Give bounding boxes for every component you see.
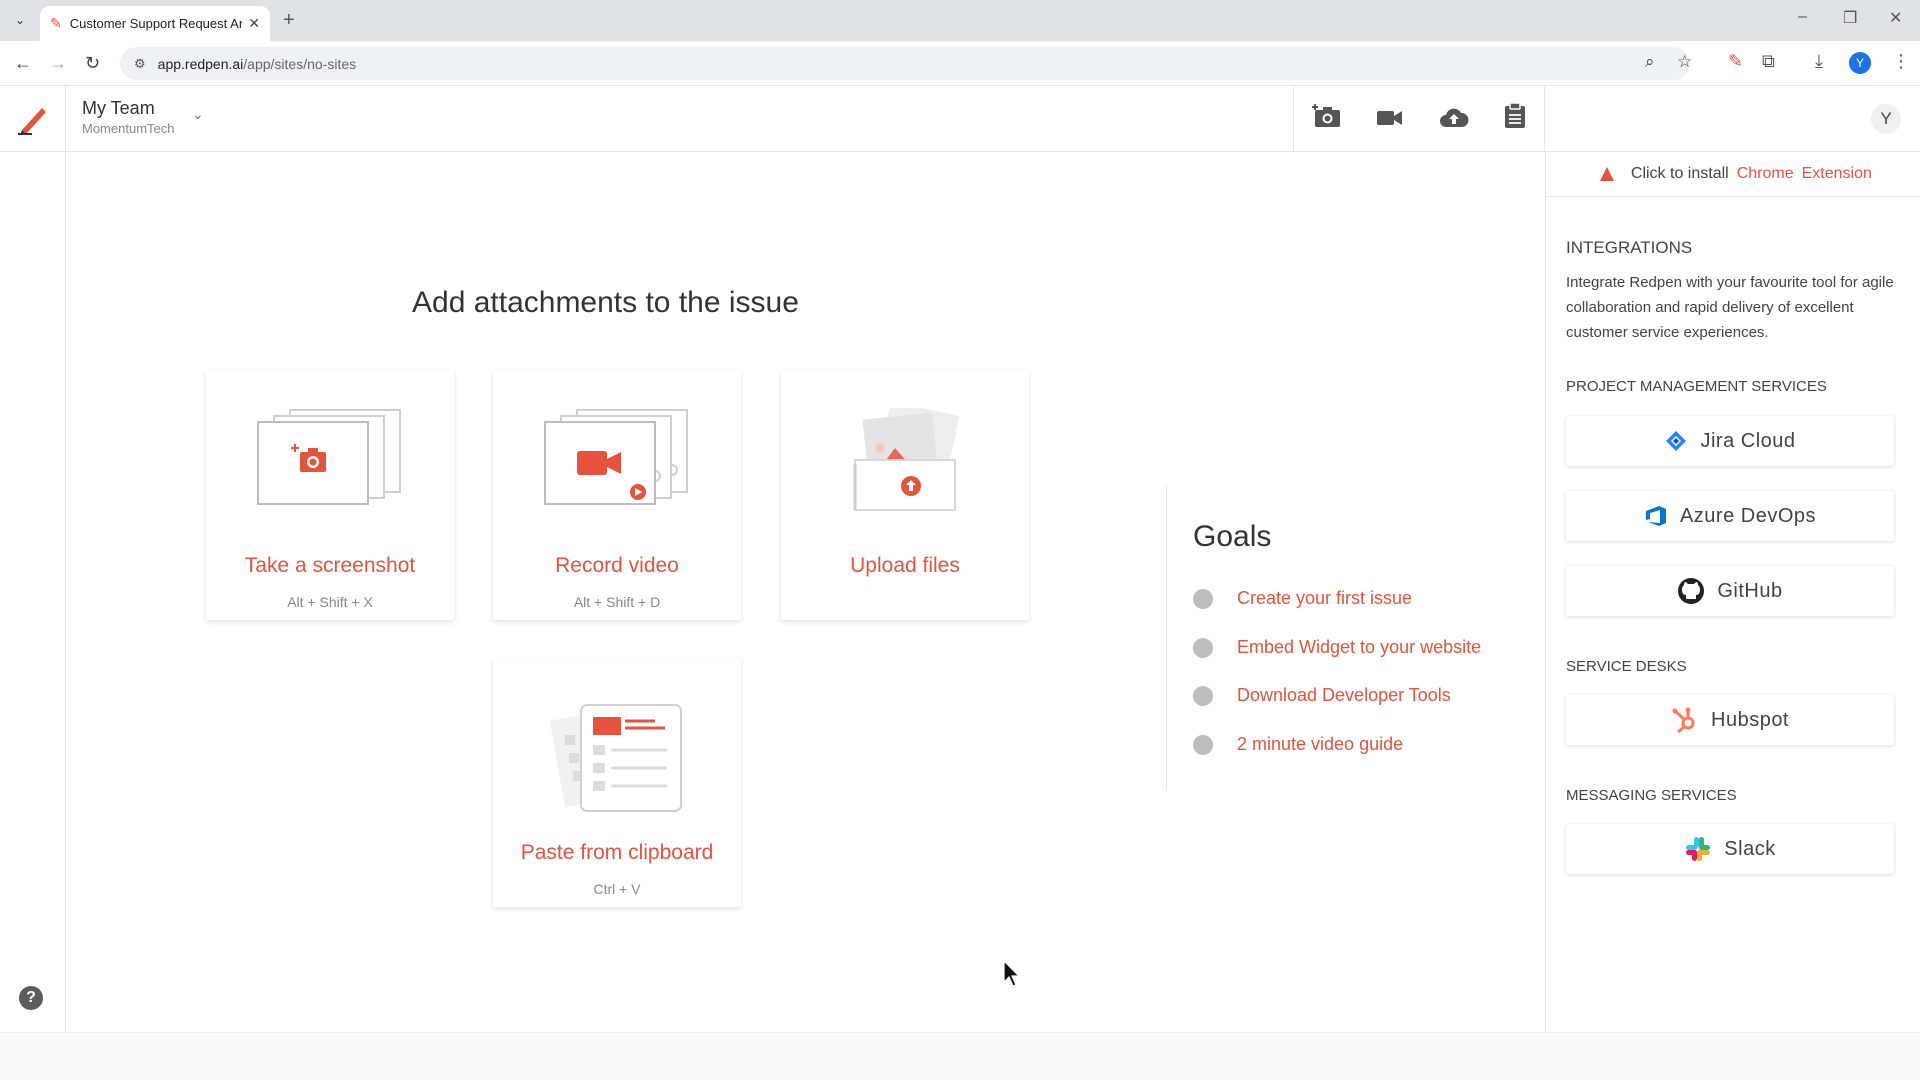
goals-title: Goals	[1193, 520, 1272, 553]
window-close-icon[interactable]: ✕	[1889, 8, 1902, 28]
redpen-logo-icon	[17, 108, 46, 135]
hubspot-button[interactable]: Hubspot	[1566, 695, 1894, 745]
goal-status-dot	[1193, 685, 1213, 706]
goal-item[interactable]: Download Developer Tools	[1193, 685, 1451, 706]
team-switcher[interactable]: My Team MomentumTech	[82, 98, 174, 136]
redpen-extension-icon[interactable]: ✎	[1728, 51, 1743, 72]
pm-services-heading: PROJECT MANAGEMENT SERVICES	[1566, 378, 1827, 395]
record-video-illustration	[493, 408, 741, 528]
header-actions	[1293, 86, 1545, 152]
install-extension-banner[interactable]: ▲ Click to install Chrome Extension	[1546, 152, 1920, 197]
browser-menu-icon[interactable]: ⋮	[1892, 51, 1910, 72]
azure-devops-label: Azure DevOps	[1679, 504, 1817, 527]
take-screenshot-shortcut: Alt + Shift + X	[287, 594, 373, 610]
hubspot-label: Hubspot	[1711, 708, 1789, 731]
hubspot-icon	[1671, 706, 1699, 734]
goal-status-dot	[1193, 588, 1213, 609]
record-video-shortcut: Alt + Shift + D	[573, 594, 661, 610]
integrations-heading: INTEGRATIONS	[1566, 238, 1693, 257]
url-host: app.redpen.ai	[157, 55, 244, 72]
logo-container[interactable]	[0, 86, 66, 152]
bottom-strip	[0, 1032, 1920, 1080]
extension-link[interactable]: Extension	[1802, 165, 1872, 183]
screenshot-illustration	[206, 408, 454, 528]
chevron-down-icon[interactable]: ⌄	[192, 106, 204, 123]
paste-clipboard-illustration	[493, 695, 741, 815]
goals-panel: Goals Create your first issue Embed Widg…	[1166, 484, 1536, 790]
record-video-label: Record video	[555, 554, 679, 577]
browser-tab[interactable]: ✎ Customer Support Request And ✕	[40, 6, 270, 41]
new-tab-plus-icon[interactable]: +	[283, 9, 295, 32]
upload-files-label: Upload files	[850, 554, 960, 577]
record-video-card[interactable]: Record video Alt + Shift + D	[493, 370, 741, 620]
video-camera-icon[interactable]	[1377, 104, 1403, 135]
zoom-icon[interactable]: ⌕	[1645, 52, 1655, 72]
goal-label: Embed Widget to your website	[1237, 637, 1482, 657]
page-title: Add attachments to the issue	[412, 286, 799, 319]
integrations-description: Integrate Redpen with your favourite too…	[1566, 274, 1894, 341]
reload-icon[interactable]: ↻	[85, 53, 100, 74]
goal-status-dot	[1193, 637, 1213, 658]
user-avatar[interactable]: Y	[1871, 104, 1901, 134]
upload-files-illustration	[781, 408, 1029, 528]
paste-clipboard-shortcut: Ctrl + V	[593, 881, 641, 897]
left-sidebar	[0, 152, 66, 1032]
goal-label: Download Developer Tools	[1237, 685, 1451, 705]
paste-clipboard-card[interactable]: Paste from clipboard Ctrl + V	[493, 657, 741, 907]
site-settings-icon[interactable]: ⚙	[134, 56, 146, 72]
upload-cloud-icon[interactable]	[1439, 104, 1469, 135]
clipboard-icon[interactable]	[1504, 101, 1526, 136]
slack-icon	[1684, 835, 1712, 863]
redpen-favicon-icon: ✎	[50, 15, 62, 31]
take-screenshot-label: Take a screenshot	[244, 554, 416, 577]
back-arrow-icon[interactable]: ←	[14, 53, 32, 74]
github-icon	[1677, 577, 1705, 605]
goal-label: Create your first issue	[1237, 588, 1413, 608]
help-question-icon[interactable]: ?	[19, 986, 43, 1010]
messaging-services-heading: MESSAGING SERVICES	[1566, 787, 1737, 804]
browser-toolbar: ← → ↻ ⚙ app.redpen.ai /app/sites/no-site…	[0, 41, 1920, 86]
url-path: /app/sites/no-sites	[243, 55, 357, 72]
jira-cloud-label: Jira Cloud	[1700, 429, 1796, 452]
slack-label: Slack	[1724, 837, 1776, 860]
downloads-icon[interactable]: ⤓	[1815, 51, 1823, 72]
integrations-panel: ▲ Click to install Chrome Extension INTE…	[1545, 152, 1920, 1032]
mouse-cursor-icon	[1003, 960, 1021, 987]
chrome-link[interactable]: Chrome	[1737, 165, 1794, 183]
azure-devops-button[interactable]: Azure DevOps	[1566, 491, 1894, 541]
upload-files-card[interactable]: Upload files	[781, 370, 1029, 620]
goal-item[interactable]: Create your first issue	[1193, 588, 1412, 609]
extensions-puzzle-icon[interactable]: ⧉	[1762, 51, 1775, 72]
browser-profile-avatar[interactable]: Y	[1849, 52, 1871, 74]
warning-triangle-icon: ▲	[1595, 160, 1619, 187]
forward-arrow-icon[interactable]: →	[49, 53, 67, 74]
take-screenshot-card[interactable]: Take a screenshot Alt + Shift + X	[206, 370, 454, 620]
tab-search-chevron-icon[interactable]: ⌄	[8, 8, 32, 32]
address-bar[interactable]: ⚙ app.redpen.ai /app/sites/no-sites	[120, 47, 1690, 80]
service-desks-heading: SERVICE DESKS	[1566, 658, 1687, 675]
goal-label: 2 minute video guide	[1237, 734, 1404, 754]
github-button[interactable]: GitHub	[1566, 566, 1894, 616]
org-name: MomentumTech	[82, 121, 175, 136]
github-label: GitHub	[1717, 579, 1783, 602]
restore-icon[interactable]: ❐	[1843, 8, 1857, 28]
install-text: Click to install	[1630, 165, 1729, 182]
goal-status-dot	[1193, 734, 1213, 755]
slack-button[interactable]: Slack	[1566, 824, 1894, 874]
team-name: My Team	[82, 98, 155, 118]
tab-title: Customer Support Request And	[69, 16, 243, 31]
paste-clipboard-label: Paste from clipboard	[520, 841, 714, 864]
jira-icon	[1664, 429, 1688, 453]
azure-devops-icon	[1644, 504, 1668, 528]
jira-cloud-button[interactable]: Jira Cloud	[1566, 416, 1894, 466]
browser-tab-bar: ⌄ ✎ Customer Support Request And ✕ + – ❐…	[0, 0, 1920, 41]
screenshot-camera-icon[interactable]	[1311, 103, 1342, 136]
bookmark-star-icon[interactable]: ☆	[1677, 52, 1692, 72]
goal-item[interactable]: 2 minute video guide	[1193, 734, 1403, 755]
minimize-icon[interactable]: –	[1798, 8, 1807, 26]
goal-item[interactable]: Embed Widget to your website	[1193, 637, 1481, 658]
tab-close-icon[interactable]: ✕	[248, 15, 260, 32]
app-header: My Team MomentumTech ⌄ Y	[0, 86, 1920, 152]
